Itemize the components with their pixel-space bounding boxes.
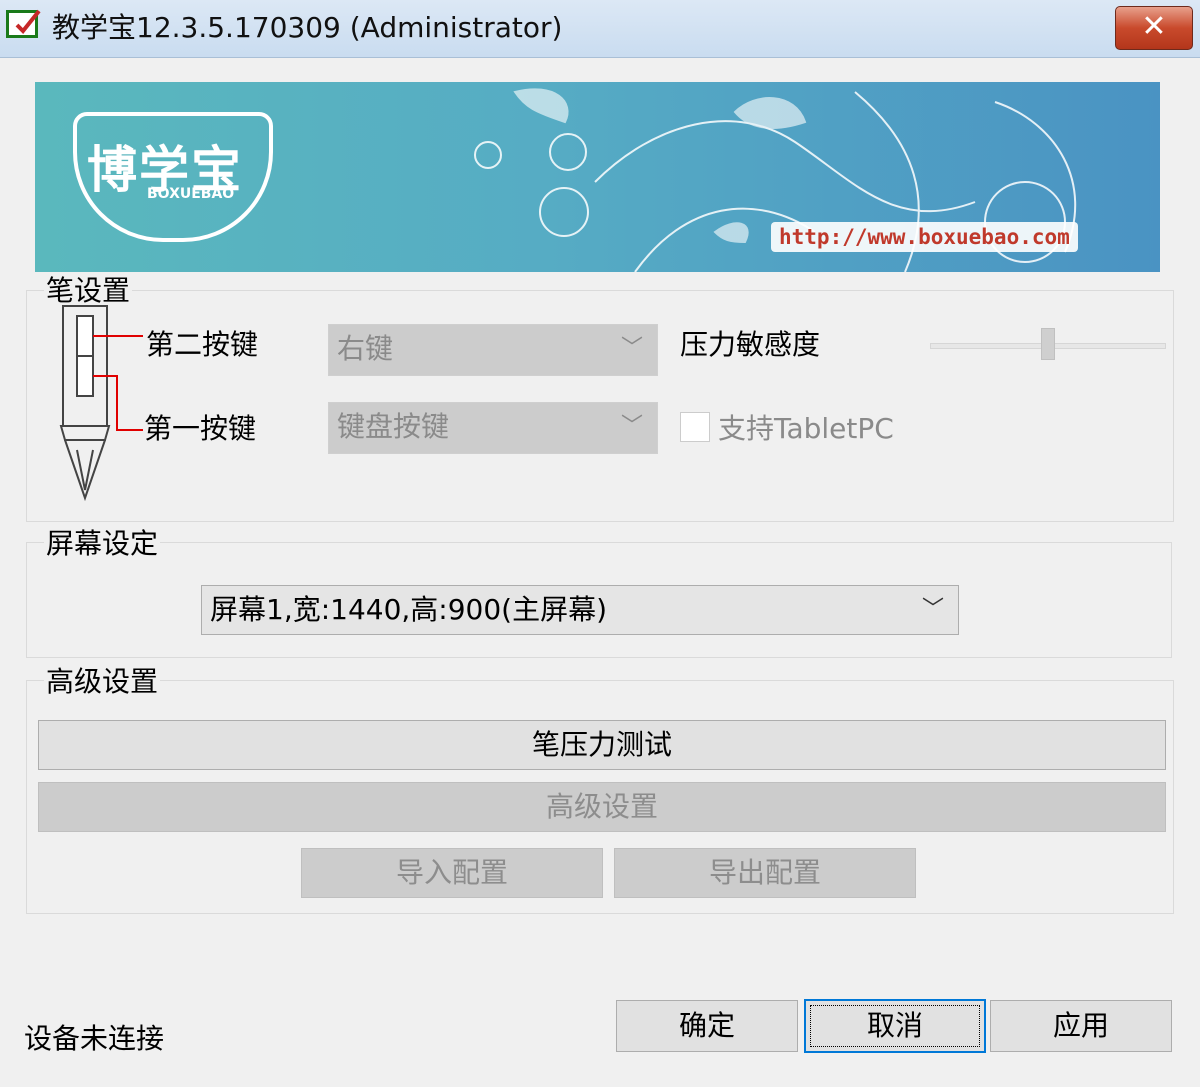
- tabletpc-label[interactable]: 支持TabletPC: [718, 412, 894, 446]
- export-config-button[interactable]: 导出配置: [614, 848, 916, 898]
- close-button[interactable]: ✕: [1115, 6, 1193, 50]
- banner-url: http://www.boxuebao.com: [771, 222, 1078, 252]
- second-button-select[interactable]: 右键 ﹀: [328, 324, 658, 376]
- ok-button[interactable]: 确定: [616, 1000, 798, 1052]
- connection-status: 设备未连接: [24, 1022, 165, 1055]
- pressure-test-button[interactable]: 笔压力测试: [38, 720, 1166, 770]
- logo-subtext: BOXUEBAO: [147, 186, 235, 202]
- banner: 博学宝 BOXUEBAO http://www.boxuebao.com: [35, 82, 1160, 272]
- chevron-down-icon: ﹀: [620, 414, 643, 439]
- screen-select[interactable]: 屏幕1,宽:1440,高:900(主屏幕) ﹀: [201, 585, 959, 635]
- pressure-slider-thumb[interactable]: [1041, 328, 1055, 360]
- chevron-down-icon: ﹀: [620, 336, 643, 361]
- import-config-button[interactable]: 导入配置: [301, 848, 603, 898]
- window-title: 教学宝12.3.5.170309 (Administrator): [52, 11, 563, 44]
- title-bar[interactable]: 教学宝12.3.5.170309 (Administrator) ✕: [0, 0, 1200, 58]
- app-icon: [6, 9, 41, 38]
- pen-diagram-icon: [59, 305, 143, 502]
- apply-button[interactable]: 应用: [990, 1000, 1172, 1052]
- advanced-settings-button[interactable]: 高级设置: [38, 782, 1166, 832]
- cancel-button[interactable]: 取消: [804, 999, 986, 1053]
- focus-ring: [810, 1005, 980, 1047]
- pressure-label: 压力敏感度: [680, 328, 821, 361]
- first-button-value: 键盘按键: [337, 410, 450, 443]
- second-button-value: 右键: [337, 332, 394, 365]
- second-button-label: 第二按键: [146, 328, 259, 361]
- chevron-down-icon: ﹀: [921, 597, 944, 622]
- first-button-label: 第一按键: [144, 412, 257, 445]
- screen-settings-legend: 屏幕设定: [44, 527, 161, 560]
- tabletpc-checkbox[interactable]: [680, 412, 710, 442]
- advanced-legend: 高级设置: [44, 665, 161, 698]
- screen-select-value: 屏幕1,宽:1440,高:900(主屏幕): [210, 593, 608, 626]
- first-button-select[interactable]: 键盘按键 ﹀: [328, 402, 658, 454]
